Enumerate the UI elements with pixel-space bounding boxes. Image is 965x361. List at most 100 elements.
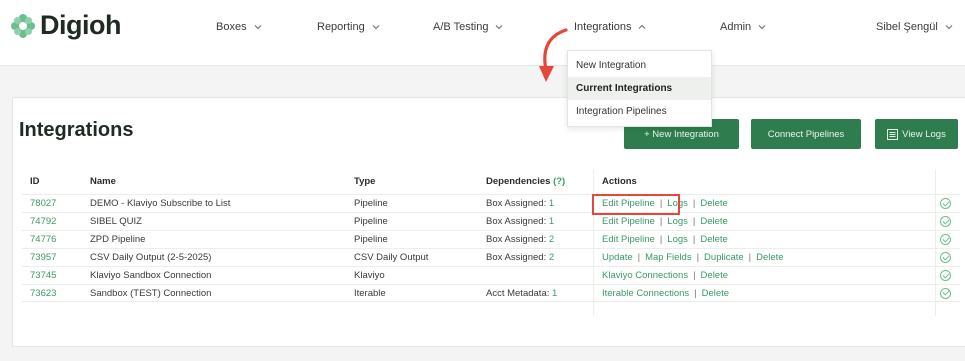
chevron-down-icon (758, 25, 766, 30)
edit-pipeline-highlight (592, 194, 680, 215)
duplicate-link[interactable]: Duplicate (704, 252, 744, 263)
nav-label: Reporting (317, 21, 365, 33)
dep-value-link[interactable]: 2 (549, 234, 554, 245)
dependencies-help-link[interactable]: (?) (553, 176, 565, 187)
row-type: Pipeline (354, 198, 388, 209)
iterable-connections-link[interactable]: Iterable Connections (602, 288, 689, 299)
dep-label: Box Assigned: (486, 198, 547, 209)
chevron-down-icon (254, 25, 262, 30)
nav-reporting[interactable]: Reporting (317, 21, 381, 33)
klaviyo-connections-link[interactable]: Klaviyo Connections (602, 270, 688, 281)
dep-label: Box Assigned: (486, 216, 547, 227)
row-id-link[interactable]: 73745 (30, 270, 56, 281)
table-row: 74792 SIBEL QUIZ Pipeline Box Assigned: … (22, 212, 960, 230)
nav-ab-testing[interactable]: A/B Testing (433, 21, 504, 33)
menu-item-new-integration[interactable]: New Integration (568, 54, 711, 77)
list-icon (887, 128, 899, 140)
edit-pipeline-link[interactable]: Edit Pipeline (602, 234, 655, 245)
logs-link[interactable]: Logs (667, 234, 688, 245)
logs-link[interactable]: Logs (667, 216, 688, 227)
brand-logo[interactable]: Digioh (10, 10, 121, 41)
view-logs-button[interactable]: View Logs (875, 119, 958, 149)
dependencies-header-label: Dependencies (486, 175, 551, 187)
row-name: SIBEL QUIZ (90, 216, 142, 227)
row-actions: Edit Pipeline | Logs | Delete (602, 216, 728, 227)
delete-link[interactable]: Delete (702, 288, 729, 299)
table-row: 78027 DEMO - Klaviyo Subscribe to List P… (22, 194, 960, 212)
row-dependencies: Box Assigned: 2 (486, 252, 554, 263)
chevron-up-icon (639, 24, 646, 29)
row-type: Klaviyo (354, 270, 385, 281)
delete-link[interactable]: Delete (756, 252, 783, 263)
row-id-link[interactable]: 73957 (30, 252, 56, 263)
col-id-header: ID (30, 175, 40, 187)
row-name: CSV Daily Output (2-5-2025) (90, 252, 212, 263)
row-type: CSV Daily Output (354, 252, 429, 263)
delete-link[interactable]: Delete (700, 198, 727, 209)
status-ok-icon[interactable] (940, 287, 951, 299)
row-type: Pipeline (354, 234, 388, 245)
dep-label: Box Assigned: (486, 252, 547, 263)
delete-link[interactable]: Delete (701, 270, 728, 281)
status-ok-icon[interactable] (940, 270, 951, 281)
row-actions: Edit Pipeline | Logs | Delete (602, 234, 728, 245)
table-header: ID Name Type Dependencies (?) Actions (22, 172, 960, 190)
chevron-down-icon (372, 25, 380, 30)
nav-admin[interactable]: Admin (720, 21, 767, 33)
nav-label: Boxes (216, 21, 247, 33)
row-id-link[interactable]: 74792 (30, 216, 56, 227)
connect-pipelines-button[interactable]: Connect Pipelines (751, 119, 861, 149)
row-actions: Update | Map Fields | Duplicate | Delete (602, 252, 784, 263)
table-row: 73957 CSV Daily Output (2-5-2025) CSV Da… (22, 248, 960, 266)
top-navbar: Digioh Boxes Reporting A/B Testing Integ… (0, 0, 965, 66)
status-ok-icon[interactable] (940, 234, 951, 245)
row-dependencies: Box Assigned: 2 (486, 234, 554, 245)
dep-value-link[interactable]: 1 (549, 198, 554, 209)
col-name-header: Name (90, 175, 116, 187)
row-actions: Iterable Connections | Delete (602, 287, 730, 299)
status-ok-icon[interactable] (940, 198, 951, 209)
dep-value-link[interactable]: 1 (549, 216, 554, 227)
delete-link[interactable]: Delete (700, 216, 727, 227)
col-actions-header: Actions (602, 175, 637, 187)
edit-pipeline-link[interactable]: Edit Pipeline (602, 216, 655, 227)
table-row: 73623 Sandbox (TEST) Connection Iterable… (22, 284, 960, 302)
row-name: ZPD Pipeline (90, 234, 146, 245)
chevron-down-icon (496, 25, 503, 30)
nav-boxes[interactable]: Boxes (216, 21, 263, 33)
row-id-link[interactable]: 73623 (30, 288, 56, 299)
dep-value-link[interactable]: 1 (552, 288, 557, 299)
col-dependencies-header: Dependencies (?) (486, 176, 565, 187)
row-type: Pipeline (354, 216, 388, 227)
row-id-link[interactable]: 74776 (30, 234, 56, 245)
status-ok-icon[interactable] (940, 216, 951, 227)
map-fields-link[interactable]: Map Fields (645, 252, 691, 263)
menu-item-current-integrations[interactable]: Current Integrations (568, 77, 711, 100)
brand-name: Digioh (40, 10, 121, 40)
nav-integrations[interactable]: Integrations (574, 21, 647, 33)
menu-item-integration-pipelines[interactable]: Integration Pipelines (568, 100, 711, 123)
row-name: DEMO - Klaviyo Subscribe to List (90, 198, 231, 209)
chevron-down-icon (945, 25, 953, 30)
row-actions: Klaviyo Connections | Delete (602, 270, 729, 281)
table-row: 73745 Klaviyo Sandbox Connection Klaviyo… (22, 266, 960, 284)
page-title: Integrations (19, 119, 134, 141)
row-type: Iterable (354, 287, 386, 299)
view-logs-label: View Logs (902, 128, 946, 140)
logo-mark-icon (10, 13, 36, 39)
integrations-dropdown-menu: New Integration Current Integrations Int… (567, 50, 712, 127)
table-row: 74776 ZPD Pipeline Pipeline Box Assigned… (22, 230, 960, 248)
row-id-link[interactable]: 78027 (30, 198, 56, 209)
row-dependencies: Box Assigned: 1 (486, 216, 554, 227)
nav-label: Integrations (574, 21, 632, 33)
col-type-header: Type (354, 175, 376, 187)
update-link[interactable]: Update (602, 252, 633, 263)
nav-label: Admin (720, 21, 752, 33)
row-dependencies: Acct Metadata: 1 (486, 288, 557, 299)
row-name: Sandbox (TEST) Connection (90, 287, 212, 299)
status-ok-icon[interactable] (940, 252, 951, 263)
delete-link[interactable]: Delete (700, 234, 727, 245)
user-name: Sibel Şengül (876, 21, 938, 33)
nav-user-menu[interactable]: Sibel Şengül (876, 21, 954, 33)
dep-value-link[interactable]: 2 (549, 252, 554, 263)
